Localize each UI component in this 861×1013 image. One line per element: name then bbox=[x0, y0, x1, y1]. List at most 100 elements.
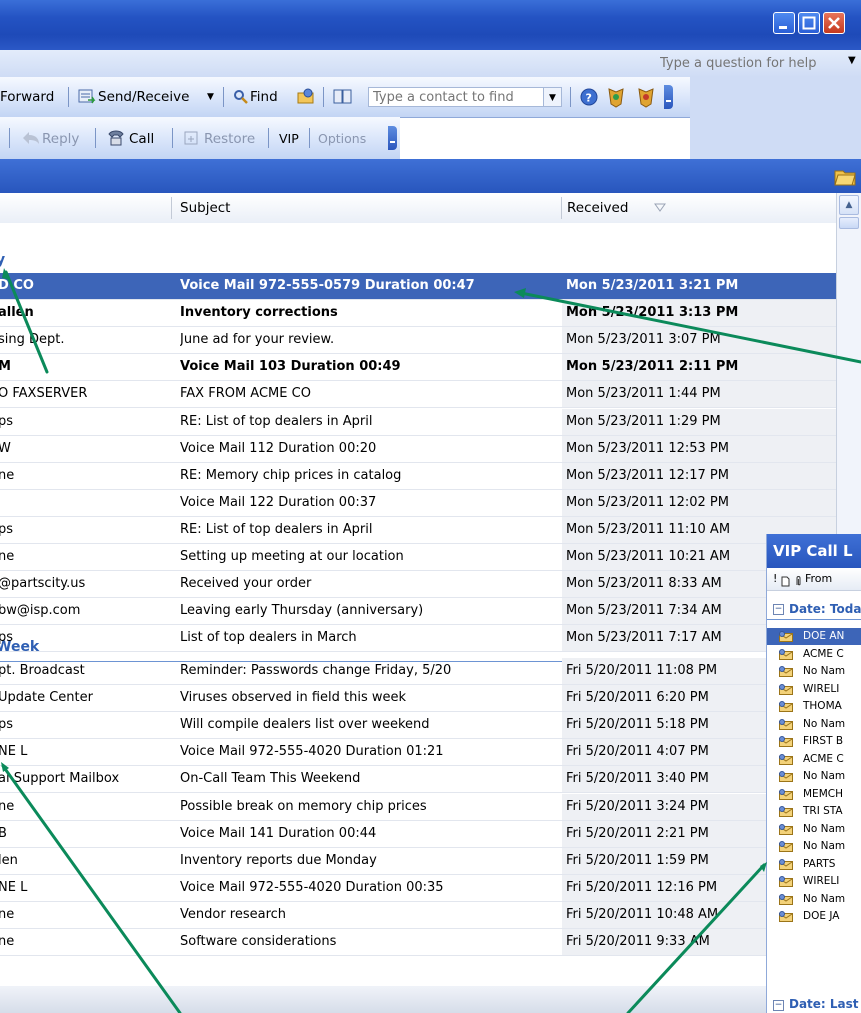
scroll-thumb[interactable] bbox=[839, 217, 859, 229]
message-row[interactable]: al Support Mailbox On-Call Team This Week… bbox=[0, 766, 836, 794]
vip-call-row[interactable]: TRI STA bbox=[767, 803, 861, 820]
vip-addin-icon[interactable] bbox=[636, 86, 658, 111]
attachment-column-icon[interactable] bbox=[795, 573, 802, 595]
toolbar-options-chevron[interactable] bbox=[664, 85, 673, 109]
vip-call-row[interactable]: ACME C bbox=[767, 751, 861, 768]
subject-column-header[interactable]: Subject bbox=[180, 193, 230, 223]
voicemail-envelope-icon bbox=[779, 683, 793, 695]
message-row[interactable]: W Voice Mail 112 Duration 00:20 Mon 5/23/2… bbox=[0, 435, 836, 463]
voicemail-envelope-icon bbox=[779, 648, 793, 660]
scroll-up-arrow-icon[interactable]: ▲ bbox=[839, 195, 859, 215]
address-book-icon[interactable] bbox=[296, 87, 316, 110]
message-row[interactable]: lenInventory reports due MondayFri 5/20/… bbox=[0, 847, 836, 875]
message-from: M bbox=[0, 359, 11, 375]
reply-button[interactable]: Reply bbox=[42, 119, 79, 159]
call-icon bbox=[106, 129, 126, 150]
message-row[interactable]: allen Inventory corrections Mon 5/23/2011 … bbox=[0, 300, 836, 328]
message-subject: Voice Mail 972-555-4020 Duration 01:21 bbox=[180, 744, 444, 760]
message-subject: RE: List of top dealers in April bbox=[180, 413, 373, 429]
vip-group-last[interactable]: − Date: Last bbox=[767, 996, 861, 1013]
message-row[interactable]: ps Will compile dealers list over weekend… bbox=[0, 712, 836, 740]
vip-call-row[interactable]: PARTS bbox=[767, 856, 861, 873]
close-button[interactable] bbox=[823, 12, 845, 34]
message-row[interactable]: D CO Voice Mail 972-555-0579 Duration 00:… bbox=[0, 273, 836, 300]
message-row[interactable]: O FAXSERVER FAX FROM ACME CO Mon 5/23/2011… bbox=[0, 381, 836, 409]
message-row[interactable]: NE L Voice Mail 972-555-4020 Duration 00:… bbox=[0, 874, 836, 902]
inbox-pane-header bbox=[0, 159, 861, 193]
message-row[interactable]: sing Dept. June ad for your review. Mon 5/… bbox=[0, 327, 836, 355]
contact-dropdown-button[interactable]: ▼ bbox=[544, 87, 562, 107]
vip-call-row[interactable]: No Nam bbox=[767, 821, 861, 838]
voicemail-envelope-icon bbox=[779, 858, 793, 870]
document-icon[interactable] bbox=[781, 573, 790, 595]
importance-column-icon[interactable]: ! bbox=[773, 568, 777, 590]
voicemail-envelope-icon bbox=[779, 788, 793, 800]
book-icon[interactable] bbox=[333, 88, 353, 109]
message-row[interactable]: ps RE: List of top dealers in April Mon 5/… bbox=[0, 408, 836, 436]
collapse-icon[interactable]: − bbox=[773, 1000, 784, 1011]
message-subject: Voice Mail 972-555-4020 Duration 00:35 bbox=[180, 879, 444, 895]
message-subject: RE: List of top dealers in April bbox=[180, 521, 373, 537]
vip-call-row[interactable]: No Nam bbox=[767, 891, 861, 908]
find-button[interactable]: Find bbox=[250, 77, 278, 117]
vip-call-row[interactable]: No Nam bbox=[767, 768, 861, 785]
collapse-icon[interactable]: − bbox=[773, 604, 784, 615]
message-row[interactable]: @partscity.us Received your order Mon 5/23… bbox=[0, 571, 836, 599]
minimize-button[interactable] bbox=[773, 12, 795, 34]
vip-call-row[interactable]: FIRST B bbox=[767, 733, 861, 750]
vip-call-row[interactable]: MEMCH bbox=[767, 786, 861, 803]
message-subject: Will compile dealers list over weekend bbox=[180, 717, 430, 733]
forward-button[interactable]: Forward bbox=[0, 77, 54, 117]
vip-call-row[interactable]: No Nam bbox=[767, 838, 861, 855]
vip-from-column-header[interactable]: From bbox=[805, 568, 832, 590]
vip-call-row[interactable]: WIRELI bbox=[767, 681, 861, 698]
options-button[interactable]: Options bbox=[318, 119, 366, 159]
restore-button[interactable]: Restore bbox=[204, 119, 255, 159]
message-subject: Viruses observed in field this week bbox=[180, 690, 407, 706]
vip-call-row[interactable]: DOE AN bbox=[767, 628, 861, 645]
message-row[interactable]: Update Center Viruses observed in field t… bbox=[0, 685, 836, 713]
toolbar-options-chevron[interactable] bbox=[388, 126, 397, 150]
message-subject: Voice Mail 103 Duration 00:49 bbox=[180, 359, 401, 375]
message-row[interactable]: ps RE: List of top dealers in April Mon 5/… bbox=[0, 516, 836, 544]
message-row[interactable]: ne Software considerations Fri 5/20/2011 9… bbox=[0, 929, 836, 956]
phone-addin-icon[interactable] bbox=[606, 86, 628, 111]
message-row[interactable]: ne Vendor research Fri 5/20/2011 10:48 AM bbox=[0, 901, 836, 929]
message-row[interactable]: ps List of top dealers in March Mon 5/23/2… bbox=[0, 625, 836, 653]
help-search-input[interactable] bbox=[654, 52, 846, 74]
message-row[interactable]: B Voice Mail 141 Duration 00:44 Fri 5/20/2… bbox=[0, 820, 836, 848]
help-icon[interactable]: ? bbox=[580, 88, 598, 109]
send-receive-dropdown-icon[interactable]: ▼ bbox=[207, 77, 214, 117]
vip-call-row[interactable]: WIRELI bbox=[767, 873, 861, 890]
vip-call-row[interactable]: ACME C bbox=[767, 646, 861, 663]
help-dropdown-icon[interactable]: ▼ bbox=[848, 55, 856, 66]
vip-call-row[interactable]: No Nam bbox=[767, 663, 861, 680]
message-row[interactable]: Voice Mail 122 Duration 00:37 Mon 5/23/20… bbox=[0, 489, 836, 517]
vip-call-row[interactable]: DOE JA bbox=[767, 908, 861, 925]
message-row[interactable]: ne Possible break on memory chip prices Fr… bbox=[0, 793, 836, 821]
vip-group-today[interactable]: − Date: Toda bbox=[767, 600, 861, 620]
folder-icon[interactable] bbox=[834, 166, 856, 189]
message-received: Mon 5/23/2011 3:07 PM bbox=[566, 332, 721, 348]
vip-call-row[interactable]: THOMA bbox=[767, 698, 861, 715]
contact-search-input[interactable] bbox=[368, 87, 544, 107]
maximize-button[interactable] bbox=[798, 12, 820, 34]
message-row[interactable]: bw@isp.com Leaving early Thursday (annive… bbox=[0, 598, 836, 626]
message-from: ps bbox=[0, 630, 14, 646]
vip-caller-name: WIRELI bbox=[803, 875, 840, 887]
message-row[interactable]: M Voice Mail 103 Duration 00:49 Mon 5/23/2… bbox=[0, 354, 836, 382]
group-header[interactable]: y bbox=[0, 249, 836, 275]
call-button[interactable]: Call bbox=[129, 119, 154, 159]
vip-call-row[interactable]: No Nam bbox=[767, 716, 861, 733]
send-receive-button[interactable]: Send/Receive bbox=[98, 77, 189, 117]
message-row[interactable]: NE L Voice Mail 972-555-4020 Duration 01:… bbox=[0, 739, 836, 767]
received-column-header[interactable]: Received bbox=[567, 193, 628, 223]
message-row[interactable]: ne RE: Memory chip prices in catalog Mon 5… bbox=[0, 462, 836, 490]
message-row[interactable]: ne Setting up meeting at our location Mon … bbox=[0, 544, 836, 571]
message-subject: List of top dealers in March bbox=[180, 630, 357, 646]
message-row[interactable]: pt. Broadcast Reminder: Passwords change … bbox=[0, 658, 836, 685]
message-from: NE L bbox=[0, 879, 28, 895]
vip-call-log-window: VIP Call L ! From − Date: Toda DOE AN ACM… bbox=[766, 534, 861, 1013]
toolbar-separator bbox=[268, 128, 269, 148]
vip-button[interactable]: VIP bbox=[279, 119, 299, 159]
